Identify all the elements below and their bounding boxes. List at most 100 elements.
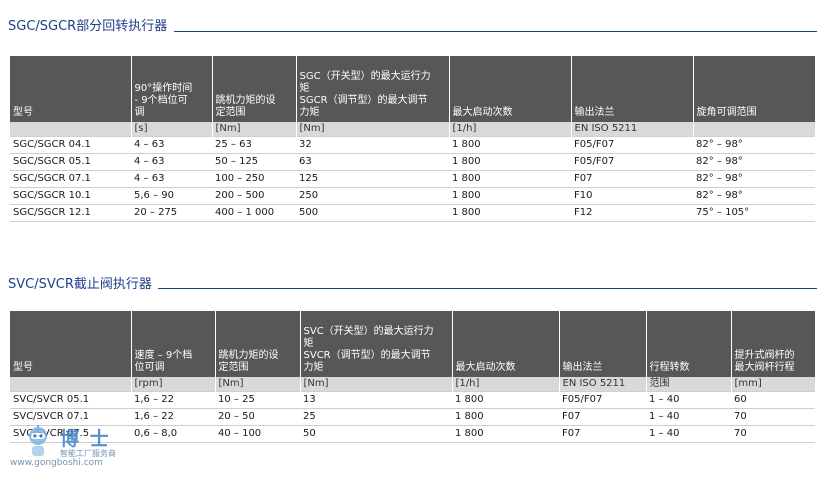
table-cell: 25 bbox=[300, 408, 452, 426]
svc-header-stem-stroke: 提升式阀杆的 最大阀杆行程 bbox=[731, 311, 815, 377]
table-cell: 13 bbox=[300, 391, 452, 409]
table-cell: 75° – 105° bbox=[693, 204, 815, 222]
svc-unit-max-starts: [1/h] bbox=[452, 377, 560, 392]
svc-header-row: 型号 速度 – 9个档 位可调 跳机力矩的设 定范围 SVC（开关型）的最大运行… bbox=[10, 311, 815, 377]
table-cell: 4 – 63 bbox=[131, 136, 212, 154]
svc-unit-turns: 范围 bbox=[646, 377, 732, 392]
table-cell: 1 800 bbox=[449, 153, 571, 171]
table-cell: F10 bbox=[571, 187, 693, 205]
sgc-header-swing-angle: 旋角可调范围 bbox=[693, 56, 815, 122]
table-cell: SVC/SVCR 07.1 bbox=[10, 408, 131, 426]
table-cell: 82° – 98° bbox=[693, 136, 815, 154]
svc-header-speed: 速度 – 9个档 位可调 bbox=[131, 311, 216, 377]
table-cell: 50 – 125 bbox=[212, 153, 296, 171]
robot-logo-icon bbox=[29, 425, 47, 456]
table-cell: 60 bbox=[731, 391, 815, 409]
sgc-spec-table: 型号 90°操作时间 - 9个档位可 调 跳机力矩的设 定范围 SGC（开关型）… bbox=[10, 56, 815, 222]
table-cell: 63 bbox=[296, 153, 449, 171]
table-cell: 10 – 25 bbox=[215, 391, 300, 409]
table-cell: 400 – 1 000 bbox=[212, 204, 296, 222]
table-cell: 40 – 100 bbox=[215, 425, 300, 443]
sgc-header-output-flange: 输出法兰 bbox=[571, 56, 694, 122]
svc-unit-output-flange: EN ISO 5211 bbox=[559, 377, 647, 392]
table-cell: 82° – 98° bbox=[693, 153, 815, 171]
table-cell: 1 800 bbox=[452, 408, 559, 426]
table-row: SGC/SGCR 05.1 4 – 63 50 – 125 63 1 800 F… bbox=[10, 153, 815, 171]
svc-header-tripping-torque: 跳机力矩的设 定范围 bbox=[215, 311, 301, 377]
svc-unit-tripping-torque: [Nm] bbox=[215, 377, 301, 392]
table-cell: SGC/SGCR 04.1 bbox=[10, 136, 131, 154]
sgc-header-model: 型号 bbox=[10, 56, 132, 122]
table-cell: SGC/SGCR 12.1 bbox=[10, 204, 131, 222]
table-cell: 25 – 63 bbox=[212, 136, 296, 154]
table-cell: 4 – 63 bbox=[131, 153, 212, 171]
table-cell: F07 bbox=[571, 170, 693, 188]
table-cell: 70 bbox=[731, 425, 815, 443]
svc-unit-model bbox=[10, 377, 132, 392]
table-cell: 100 – 250 bbox=[212, 170, 296, 188]
table-cell: 82° – 98° bbox=[693, 170, 815, 188]
table-cell: 1 800 bbox=[452, 425, 559, 443]
table-cell: F07 bbox=[559, 425, 646, 443]
section-title-sgc: SGC/SGCR部分回转执行器 bbox=[8, 19, 168, 34]
sgc-unit-model bbox=[10, 122, 132, 137]
table-cell: SGC/SGCR 07.1 bbox=[10, 170, 131, 188]
table-cell: 1,6 – 22 bbox=[131, 408, 215, 426]
sgc-header-max-starts: 最大启动次数 bbox=[449, 56, 572, 122]
sgc-header-row: 型号 90°操作时间 - 9个档位可 调 跳机力矩的设 定范围 SGC（开关型）… bbox=[10, 56, 815, 122]
table-cell: 1 – 40 bbox=[646, 391, 731, 409]
table-cell: F05/F07 bbox=[571, 136, 693, 154]
table-cell: F07 bbox=[559, 408, 646, 426]
table-row: SGC/SGCR 10.1 5,6 – 90 200 – 500 250 1 8… bbox=[10, 187, 815, 205]
svc-units-row: [rpm] [Nm] [Nm] [1/h] EN ISO 5211 范围 [mm… bbox=[10, 377, 815, 392]
table-cell: 1 800 bbox=[449, 170, 571, 188]
section-title-rule-sgc bbox=[174, 31, 817, 32]
table-cell: F05/F07 bbox=[571, 153, 693, 171]
svc-unit-stem-stroke: [mm] bbox=[731, 377, 815, 392]
svc-unit-max-torque: [Nm] bbox=[300, 377, 453, 392]
table-cell: SVC/SVCR 05.1 bbox=[10, 391, 131, 409]
sgc-unit-swing-angle bbox=[693, 122, 815, 137]
table-cell: 1 800 bbox=[449, 204, 571, 222]
watermark: 博 士 智能工厂服务商 www.gongboshi.com bbox=[8, 424, 148, 468]
svc-header-model: 型号 bbox=[10, 311, 132, 377]
section-title-rule-svc bbox=[158, 288, 817, 289]
table-cell: 250 bbox=[296, 187, 449, 205]
section-title-svc: SVC/SVCR截止阀执行器 bbox=[8, 277, 152, 292]
table-row: SGC/SGCR 07.1 4 – 63 100 – 250 125 1 800… bbox=[10, 170, 815, 188]
table-cell: F12 bbox=[571, 204, 693, 222]
table-cell: 1 800 bbox=[452, 391, 559, 409]
table-cell: 1 – 40 bbox=[646, 408, 731, 426]
svc-header-max-starts: 最大启动次数 bbox=[452, 311, 560, 377]
svc-unit-speed: [rpm] bbox=[131, 377, 216, 392]
sgc-unit-max-starts: [1/h] bbox=[449, 122, 572, 137]
table-cell: 4 – 63 bbox=[131, 170, 212, 188]
table-cell: 1 800 bbox=[449, 136, 571, 154]
table-cell: 32 bbox=[296, 136, 449, 154]
table-cell: SGC/SGCR 10.1 bbox=[10, 187, 131, 205]
sgc-units-row: [s] [Nm] [Nm] [1/h] EN ISO 5211 bbox=[10, 122, 815, 137]
table-row: SVC/SVCR 07.1 1,6 – 22 20 – 50 25 1 800 … bbox=[10, 408, 815, 426]
svc-header-output-flange: 输出法兰 bbox=[559, 311, 647, 377]
table-cell: 1,6 – 22 bbox=[131, 391, 215, 409]
sgc-unit-max-torque: [Nm] bbox=[296, 122, 450, 137]
table-row: SGC/SGCR 12.1 20 – 275 400 – 1 000 500 1… bbox=[10, 204, 815, 222]
table-cell: 1 800 bbox=[449, 187, 571, 205]
sgc-header-operating-time: 90°操作时间 - 9个档位可 调 bbox=[131, 56, 213, 122]
table-cell: 20 – 275 bbox=[131, 204, 212, 222]
table-cell: SGC/SGCR 05.1 bbox=[10, 153, 131, 171]
watermark-brand: 博 士 bbox=[60, 428, 111, 450]
watermark-url: www.gongboshi.com bbox=[10, 458, 103, 468]
table-cell: 20 – 50 bbox=[215, 408, 300, 426]
table-cell: 50 bbox=[300, 425, 452, 443]
sgc-header-max-torque: SGC（开关型）的最大运行力 矩 SGCR（调节型）的最大调节 力矩 bbox=[296, 56, 450, 122]
table-cell: F05/F07 bbox=[559, 391, 646, 409]
svc-header-turns: 行程转数 bbox=[646, 311, 732, 377]
sgc-header-tripping-torque: 跳机力矩的设 定范围 bbox=[212, 56, 297, 122]
table-row: SGC/SGCR 04.1 4 – 63 25 – 63 32 1 800 F0… bbox=[10, 136, 815, 154]
table-cell: 125 bbox=[296, 170, 449, 188]
sgc-unit-output-flange: EN ISO 5211 bbox=[571, 122, 694, 137]
table-cell: 500 bbox=[296, 204, 449, 222]
table-cell: 82° – 98° bbox=[693, 187, 815, 205]
table-cell: 200 – 500 bbox=[212, 187, 296, 205]
